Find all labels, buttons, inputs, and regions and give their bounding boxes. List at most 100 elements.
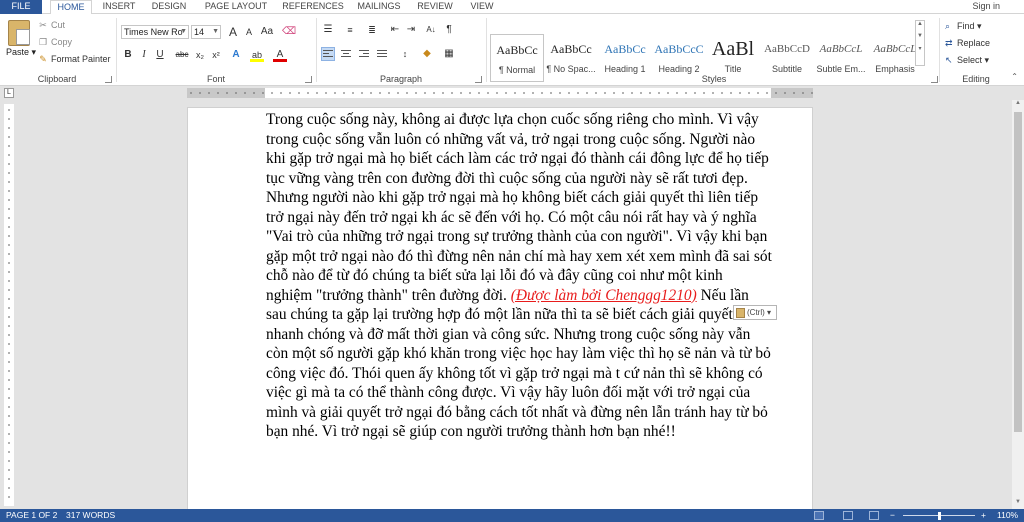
paragraph-group: ☰ ≡ ≣ ⇤ ⇥ A↓ ¶ ↕ ◆ ▦ Paragraph (318, 14, 484, 86)
strikethrough-button[interactable]: abc (173, 48, 191, 62)
align-center-icon[interactable] (339, 47, 353, 61)
clipboard-launcher-icon[interactable] (105, 76, 112, 83)
show-marks-button[interactable]: ¶ (442, 23, 456, 37)
style-preview: AaBbCcC (654, 42, 704, 56)
copy-icon: ❐ (38, 37, 48, 47)
align-right-icon[interactable] (357, 47, 371, 61)
styles-gallery-scroll[interactable]: ▲ ▼ ▾ (915, 20, 925, 66)
paragraph-launcher-icon[interactable] (475, 76, 482, 83)
scroll-up-icon[interactable]: ▲ (1012, 100, 1024, 110)
read-mode-icon[interactable] (814, 511, 824, 520)
borders-icon[interactable]: ▦ (442, 47, 456, 61)
vertical-ruler[interactable] (4, 104, 14, 506)
vertical-ruler-ticks (8, 109, 10, 498)
style-item[interactable]: AaBbCcC Heading 2 (652, 34, 706, 82)
style-preview: AaBl (711, 38, 755, 60)
line-spacing-icon[interactable]: ↕ (398, 47, 412, 61)
chevron-down-icon: ▼ (180, 28, 187, 35)
numbering-icon[interactable]: ≡ (343, 23, 357, 37)
style-item[interactable]: AaBbCc ¶ No Spac... (544, 34, 598, 82)
zoom-slider-thumb[interactable] (938, 512, 941, 520)
editing-group: Editing (940, 14, 1012, 86)
copy-button[interactable]: ❐ Copy (38, 37, 72, 48)
gallery-more-icon[interactable]: ▾ (916, 45, 924, 52)
align-left-icon[interactable] (321, 47, 335, 61)
document-body[interactable]: Trong cuộc sống này, không ai được lựa c… (266, 110, 772, 442)
cut-button[interactable]: ✂ Cut (38, 20, 65, 31)
increase-indent-icon[interactable]: ⇥ (404, 23, 418, 37)
page-count[interactable]: PAGE 1 OF 2 (6, 509, 57, 522)
bullets-icon[interactable]: ☰ (321, 23, 335, 37)
bold-button[interactable]: B (121, 48, 135, 62)
style-preview: AaBbCcD (764, 43, 810, 55)
document-page[interactable]: Trong cuộc sống này, không ai được lựa c… (187, 107, 813, 509)
sort-button[interactable]: A↓ (424, 23, 438, 37)
tab-references[interactable]: REFERENCES (278, 0, 348, 14)
superscript-button[interactable]: x² (209, 48, 223, 62)
style-item[interactable]: AaBbCcD Subtitle (760, 34, 814, 82)
zoom-out-icon[interactable]: − (890, 509, 895, 522)
sign-in-link[interactable]: Sign in (972, 0, 1000, 13)
font-size-value: 14 (194, 27, 205, 37)
zoom-level[interactable]: 110% (997, 509, 1018, 522)
shrink-font-button[interactable]: A (242, 25, 256, 39)
tab-view[interactable]: VIEW (464, 0, 500, 14)
scroll-down-icon[interactable]: ▼ (1012, 499, 1024, 509)
format-painter-button[interactable]: ✎ Format Painter (38, 54, 110, 65)
clipboard-group-label: Clipboard (37, 74, 77, 84)
style-name: Heading 1 (604, 64, 646, 74)
paste-options-button[interactable]: (Ctrl) ▾ (733, 305, 777, 320)
subscript-button[interactable]: x₂ (193, 48, 207, 62)
style-item[interactable]: AaBl Title (706, 34, 760, 82)
tab-review[interactable]: REVIEW (412, 0, 458, 14)
scrollbar-thumb[interactable] (1014, 112, 1022, 432)
grow-font-button[interactable]: A (226, 25, 240, 39)
web-layout-icon[interactable] (869, 511, 879, 520)
tab-design[interactable]: DESIGN (146, 0, 192, 14)
font-group: Times New Ro ▼ 14 ▼ A A Aa ⌫ B I U abc x₂ … (118, 14, 314, 86)
style-item[interactable]: AaBbCcL Emphasis (868, 34, 922, 82)
shading-icon[interactable]: ◆ (420, 47, 434, 61)
paste-button[interactable]: Paste ▾ (6, 47, 36, 58)
tab-insert[interactable]: INSERT (96, 0, 142, 14)
tab-page-layout[interactable]: PAGE LAYOUT (198, 0, 274, 14)
style-preview: AaBbCcL (819, 43, 863, 55)
editing-group-label: Editing (962, 74, 990, 84)
change-case-button[interactable]: Aa (260, 25, 274, 39)
tab-file[interactable]: FILE (0, 0, 42, 14)
style-preview: AaBbCc (496, 43, 538, 57)
style-item[interactable]: AaBbCcL Subtle Em... (814, 34, 868, 82)
clear-formatting-icon[interactable]: ⌫ (282, 25, 296, 39)
style-item[interactable]: AaBbCc Heading 1 (598, 34, 652, 82)
font-color-button[interactable]: A (273, 48, 287, 62)
text-effects-button[interactable]: A (229, 48, 243, 62)
styles-launcher-icon[interactable] (931, 76, 938, 83)
decrease-indent-icon[interactable]: ⇤ (388, 23, 402, 37)
word-count[interactable]: 317 WORDS (66, 509, 115, 522)
underline-button[interactable]: U (153, 48, 167, 62)
justify-icon[interactable] (375, 47, 389, 61)
vertical-scrollbar[interactable]: ▲ ▼ (1012, 100, 1024, 509)
horizontal-ruler[interactable] (187, 88, 813, 98)
ruler-row: L (0, 87, 1024, 100)
style-item[interactable]: AaBbCc ¶ Normal (490, 34, 544, 82)
tab-home[interactable]: HOME (50, 0, 92, 15)
copy-label: Copy (51, 37, 73, 47)
font-size-select[interactable]: 14 ▼ (191, 25, 221, 39)
collapse-ribbon-icon[interactable]: ⌃ (1011, 72, 1018, 81)
italic-button[interactable]: I (137, 48, 151, 62)
tab-mailings[interactable]: MAILINGS (352, 0, 406, 14)
chevron-down-icon: ▼ (212, 28, 219, 35)
font-launcher-icon[interactable] (305, 76, 312, 83)
tab-selector-icon[interactable]: L (4, 88, 14, 98)
print-layout-icon[interactable] (843, 511, 853, 520)
multilevel-list-icon[interactable]: ≣ (365, 23, 379, 37)
paste-icon[interactable] (8, 20, 30, 46)
chevron-up-icon[interactable]: ▲ (916, 21, 924, 27)
chevron-down-icon[interactable]: ▼ (916, 33, 924, 39)
font-family-select[interactable]: Times New Ro ▼ (121, 25, 189, 39)
highlight-color-button[interactable]: ab (250, 48, 264, 62)
paragraph-text-part-1: Trong cuộc sống này, không ai được lựa c… (266, 111, 772, 304)
paragraph-group-label: Paragraph (379, 74, 423, 84)
zoom-in-icon[interactable]: + (981, 509, 986, 522)
